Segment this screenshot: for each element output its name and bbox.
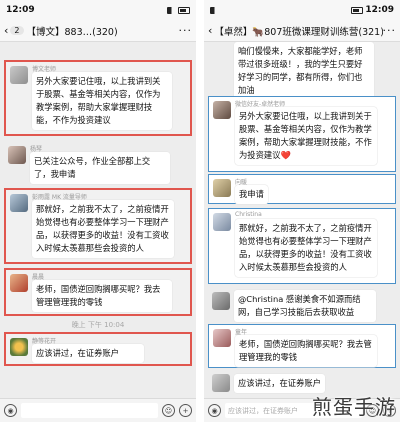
status-bar: 12:09 — [204, 0, 400, 20]
left-phone-screenshot: 12:09 ‹ 2 【博文】883…(320) ··· 博文老师 另外大家要记住… — [0, 0, 196, 422]
input-bar: ◉ ☺ + — [0, 398, 196, 422]
status-icons — [167, 6, 190, 14]
back-icon[interactable]: ‹ — [4, 24, 8, 37]
battery-icon — [351, 6, 364, 14]
status-icons-left — [210, 6, 219, 14]
more-icon[interactable]: ··· — [383, 24, 397, 37]
avatar[interactable] — [10, 274, 28, 292]
chat-message: 晨晨 老师，国债逆回购搁哪买呢？我去管理管理我的零钱 — [4, 268, 192, 316]
chat-message: 彭雨露 MK 流量导师 那就好，之前我不太了，之前疫情开始觉得也有必要整体学习一… — [4, 188, 192, 264]
watermark: 煎蛋手游 — [312, 395, 396, 419]
message-bubble[interactable]: 我申请 — [235, 185, 268, 204]
right-phone-screenshot: 12:09 ‹ 【卓然】🐂807班微课理财训练营(321) ··· 咱们慢慢来，… — [204, 0, 400, 422]
chat-message: 静等花开 应该讲过，在证券账户 — [4, 332, 192, 366]
voice-icon[interactable]: ◉ — [208, 404, 221, 417]
avatar[interactable] — [213, 213, 231, 231]
emoji-icon[interactable]: ☺ — [162, 404, 175, 417]
avatar[interactable] — [10, 66, 28, 84]
avatar[interactable] — [10, 194, 28, 212]
chat-message: 咱们慢慢来，大家都能学好，老师带过很多班级！，我的学生只要好好学习的同学，都有所… — [208, 42, 396, 100]
chat-message: 童年 老师，国债逆回购搁哪买呢？我去管理管理我的零钱 — [208, 324, 396, 368]
chat-title: 【博文】883…(320) — [26, 26, 118, 38]
status-bar: 12:09 — [0, 0, 196, 20]
message-bubble[interactable]: 另外大家要记住哦，以上我讲到关于股票、基金等相关内容，仅作为教学案例，帮助大家掌… — [32, 72, 172, 130]
avatar[interactable] — [8, 146, 26, 164]
message-bubble[interactable]: 另外大家要记住哦，以上我讲到关于股票、基金等相关内容，仅作为教学案例，帮助大家掌… — [235, 107, 377, 165]
chat-message: 博文老师 另外大家要记住哦，以上我讲到关于股票、基金等相关内容，仅作为教学案例，… — [4, 60, 192, 136]
message-bubble[interactable]: 已关注公众号，作业全部都上交了，我申请 — [30, 152, 170, 184]
chat-title: 【卓然】🐂807班微课理财训练营(321) — [214, 26, 383, 38]
chat-message: @Christina 感谢美食不如源而结网，自己学习技能后去获取收益 — [208, 288, 396, 322]
status-icons: 12:09 — [351, 5, 394, 15]
avatar[interactable] — [213, 101, 231, 119]
more-icon[interactable]: ··· — [179, 24, 193, 37]
timestamp: 晚上 下午 10:04 — [71, 321, 125, 329]
message-bubble[interactable]: 应该讲过，在证券账户 — [32, 344, 144, 363]
avatar[interactable] — [212, 292, 230, 310]
chat-message: 杨琴 已关注公众号，作业全部都上交了，我申请 — [4, 142, 192, 186]
message-bubble[interactable]: 咱们慢慢来，大家都能学好，老师带过很多班级！，我的学生只要好好学习的同学，都有所… — [234, 42, 374, 100]
message-bubble[interactable]: @Christina 感谢美食不如源而结网，自己学习技能后去获取收益 — [234, 290, 376, 322]
signal-icon — [167, 6, 176, 14]
message-bubble[interactable]: 那就好，之前我不太了，之前疫情开始觉得也有必要整体学习一下理财产品，以获得更多的… — [32, 200, 174, 258]
status-time: 12:09 — [365, 5, 394, 15]
message-input[interactable] — [21, 403, 158, 418]
plus-icon[interactable]: + — [179, 404, 192, 417]
message-bubble[interactable]: 老师，国债逆回购搁哪买呢？我去管理管理我的零钱 — [235, 335, 377, 367]
avatar[interactable] — [10, 338, 28, 356]
unread-count-badge: 2 — [10, 26, 24, 35]
avatar[interactable] — [213, 329, 231, 347]
chat-message: Christina 那就好，之前我不太了，之前疫情开始觉得也有必要整体学习一下理… — [208, 208, 396, 284]
status-time: 12:09 — [6, 5, 35, 15]
message-list[interactable]: 博文老师 另外大家要记住哦，以上我讲到关于股票、基金等相关内容，仅作为教学案例，… — [0, 42, 196, 398]
signal-icon — [210, 6, 219, 14]
message-bubble[interactable]: 那就好，之前我不太了，之前疫情开始觉得也有必要整体学习一下理财产品，以获得更多的… — [235, 219, 377, 277]
voice-icon[interactable]: ◉ — [4, 404, 17, 417]
chat-message: 微信好友-卓然老师 另外大家要记住哦，以上我讲到关于股票、基金等相关内容，仅作为… — [208, 96, 396, 172]
chat-message: 向暖 我申请 — [208, 174, 396, 204]
battery-icon — [178, 6, 190, 14]
chat-header: ‹ 2 【博文】883…(320) ··· — [0, 20, 196, 42]
avatar[interactable] — [212, 374, 230, 392]
message-bubble[interactable]: 老师，国债逆回购搁哪买呢？我去管理管理我的零钱 — [32, 280, 172, 312]
back-icon[interactable]: ‹ — [208, 24, 212, 37]
avatar[interactable] — [213, 179, 231, 197]
message-list[interactable]: 咱们慢慢来，大家都能学好，老师带过很多班级！，我的学生只要好好学习的同学，都有所… — [204, 42, 400, 398]
sender-name: Christina — [235, 211, 262, 218]
chat-header: ‹ 【卓然】🐂807班微课理财训练营(321) ··· — [204, 20, 400, 42]
